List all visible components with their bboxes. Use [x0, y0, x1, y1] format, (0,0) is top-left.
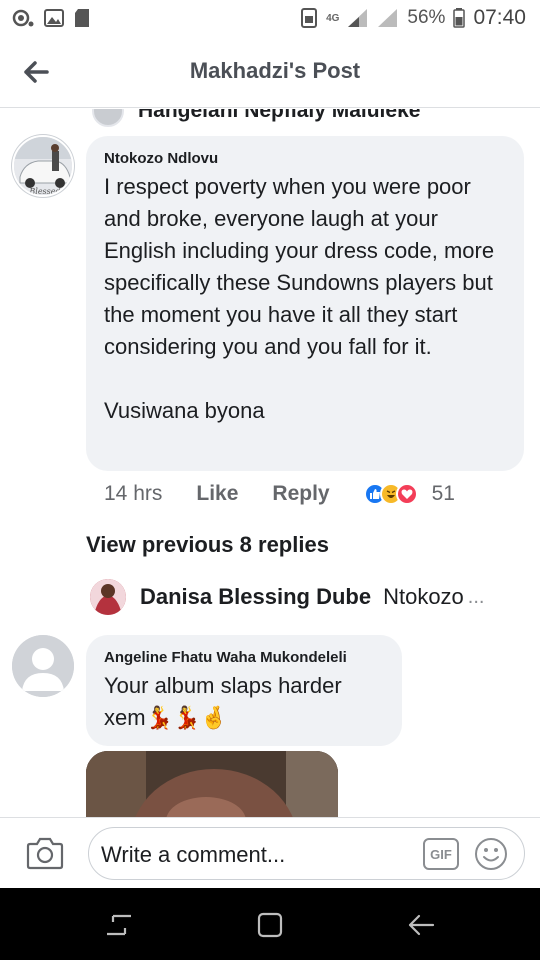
recent-apps-button[interactable] [104, 910, 134, 940]
reactions-summary[interactable] [363, 483, 418, 505]
recent-apps-icon [107, 914, 131, 936]
gallery-icon [44, 9, 64, 27]
status-bar: 4G 56% 07:40 [0, 0, 540, 36]
reply-author[interactable]: Danisa Blessing Dube [140, 584, 371, 610]
page-title: Makhadzi's Post [189, 58, 361, 83]
default-avatar-icon [12, 635, 74, 697]
comment-text: Your album slaps harder [104, 673, 342, 698]
reply-ellipsis: ... [467, 585, 485, 608]
comment-composer: Write a comment... GIF [0, 817, 540, 888]
android-nav-bar [0, 888, 540, 960]
reaction-count[interactable]: 51 [432, 482, 455, 506]
notification-icon [12, 9, 34, 27]
reply-preview-row[interactable]: Danisa Blessing Dube Ntokozo ... [90, 579, 484, 615]
emoji-button[interactable] [473, 836, 509, 872]
clock: 07:40 [473, 6, 526, 29]
gif-button[interactable]: GIF [423, 838, 459, 870]
nav-back-icon [408, 914, 435, 936]
comment-bubble[interactable]: Angeline Fhatu Waha Mukondeleli Your alb… [86, 635, 402, 746]
nfc-icon [301, 8, 318, 28]
emoji-sequence: 💃💃🤞 [145, 705, 228, 730]
home-icon [257, 912, 283, 938]
comment-placeholder: Write a comment... [101, 842, 286, 867]
comment-text-2: Vusiwana byona [104, 398, 265, 423]
view-previous-replies-link[interactable]: View previous 8 replies [86, 532, 329, 558]
signal-icon-2 [378, 9, 398, 27]
sd-card-icon [75, 9, 89, 27]
love-reaction-icon [395, 483, 418, 505]
comment-bubble[interactable]: Ntokozo Ndlovu I respect poverty when yo… [86, 136, 524, 471]
comments-list[interactable]: Hangelani Nepfialy Maluleke Blessed Ntok… [0, 109, 540, 817]
signal-icon [348, 9, 368, 27]
home-button[interactable] [255, 910, 285, 940]
reply-preview-text: Ntokozo [383, 584, 464, 609]
comment-text: I respect poverty when you were poor and… [104, 174, 495, 359]
like-button[interactable]: Like [196, 482, 238, 506]
clipped-author[interactable]: Hangelani Nepfialy Maluleke [138, 109, 420, 123]
comment-author[interactable]: Angeline Fhatu Waha Mukondeleli [104, 649, 384, 666]
camera-button[interactable] [26, 836, 64, 870]
nav-back-button[interactable] [406, 910, 436, 940]
battery-icon [453, 8, 466, 28]
comment-author[interactable]: Ntokozo Ndlovu [104, 150, 506, 167]
avatar[interactable] [92, 109, 124, 127]
reply-button[interactable]: Reply [272, 482, 329, 506]
smiley-icon [475, 838, 507, 870]
battery-percent: 56% [407, 7, 446, 28]
avatar[interactable] [90, 579, 126, 615]
avatar[interactable] [12, 635, 74, 697]
comment-input[interactable]: Write a comment... GIF [88, 827, 525, 880]
network-type: 4G [326, 12, 340, 24]
avatar-photo: Blessed [14, 137, 72, 196]
camera-icon [26, 837, 64, 870]
status-bar-left [12, 8, 90, 28]
status-bar-right: 4G 56% 07:40 [300, 6, 526, 30]
comment-timestamp: 14 hrs [104, 482, 163, 505]
comment-text-xem: xem [104, 705, 146, 730]
comment-image-attachment[interactable] [86, 751, 338, 817]
previous-comment-clipped[interactable]: Hangelani Nepfialy Maluleke [92, 109, 420, 127]
svg-text:Blessed: Blessed [28, 187, 60, 196]
post-header: Makhadzi's Post [0, 36, 540, 108]
comment-text-line2: xem💃💃🤞 [104, 702, 384, 734]
comment-actions: 14 hrs Like Reply 51 [104, 482, 455, 506]
avatar[interactable]: Blessed [12, 135, 74, 197]
